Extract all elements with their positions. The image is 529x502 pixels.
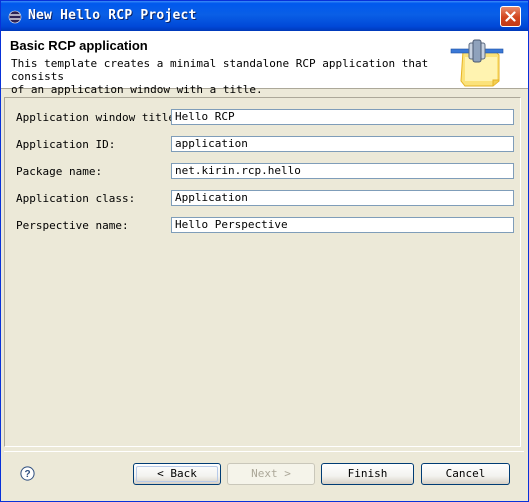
window-title-label: Application window title: [16,111,182,124]
application-id-label: Application ID: [16,138,116,151]
page-title: Basic RCP application [10,38,148,53]
close-button[interactable] [500,6,521,27]
wizard-dialog: New Hello RCP Project Basic RCP applicat… [0,0,529,502]
eclipse-icon [8,9,22,24]
window-title-field[interactable]: Hello RCP [171,109,514,125]
finish-button-label: Finish [347,467,388,480]
button-bar-separator [4,451,524,452]
title-bar[interactable]: New Hello RCP Project [1,1,528,31]
finish-button[interactable]: Finish [321,463,414,485]
application-class-label: Application class: [16,192,136,205]
help-icon: ? [20,466,35,481]
application-id-field[interactable]: application [171,136,514,152]
back-button[interactable]: < Back [133,463,221,485]
plugin-wizard-icon [449,37,505,87]
close-icon [505,11,516,22]
application-class-field[interactable]: Application [171,190,514,206]
next-button-label: Next > [251,467,291,480]
page-description: This template creates a minimal standalo… [11,57,429,96]
svg-text:?: ? [24,469,30,480]
package-name-field[interactable]: net.kirin.rcp.hello [171,163,514,179]
help-button[interactable]: ? [20,466,35,481]
next-button[interactable]: Next > [227,463,315,485]
cancel-button[interactable]: Cancel [421,463,510,485]
window-title: New Hello RCP Project [28,8,197,23]
perspective-name-field[interactable]: Hello Perspective [171,217,514,233]
perspective-name-label: Perspective name: [16,219,129,232]
package-name-label: Package name: [16,165,103,178]
back-button-label: < Back [157,467,197,480]
cancel-button-label: Cancel [445,467,486,480]
